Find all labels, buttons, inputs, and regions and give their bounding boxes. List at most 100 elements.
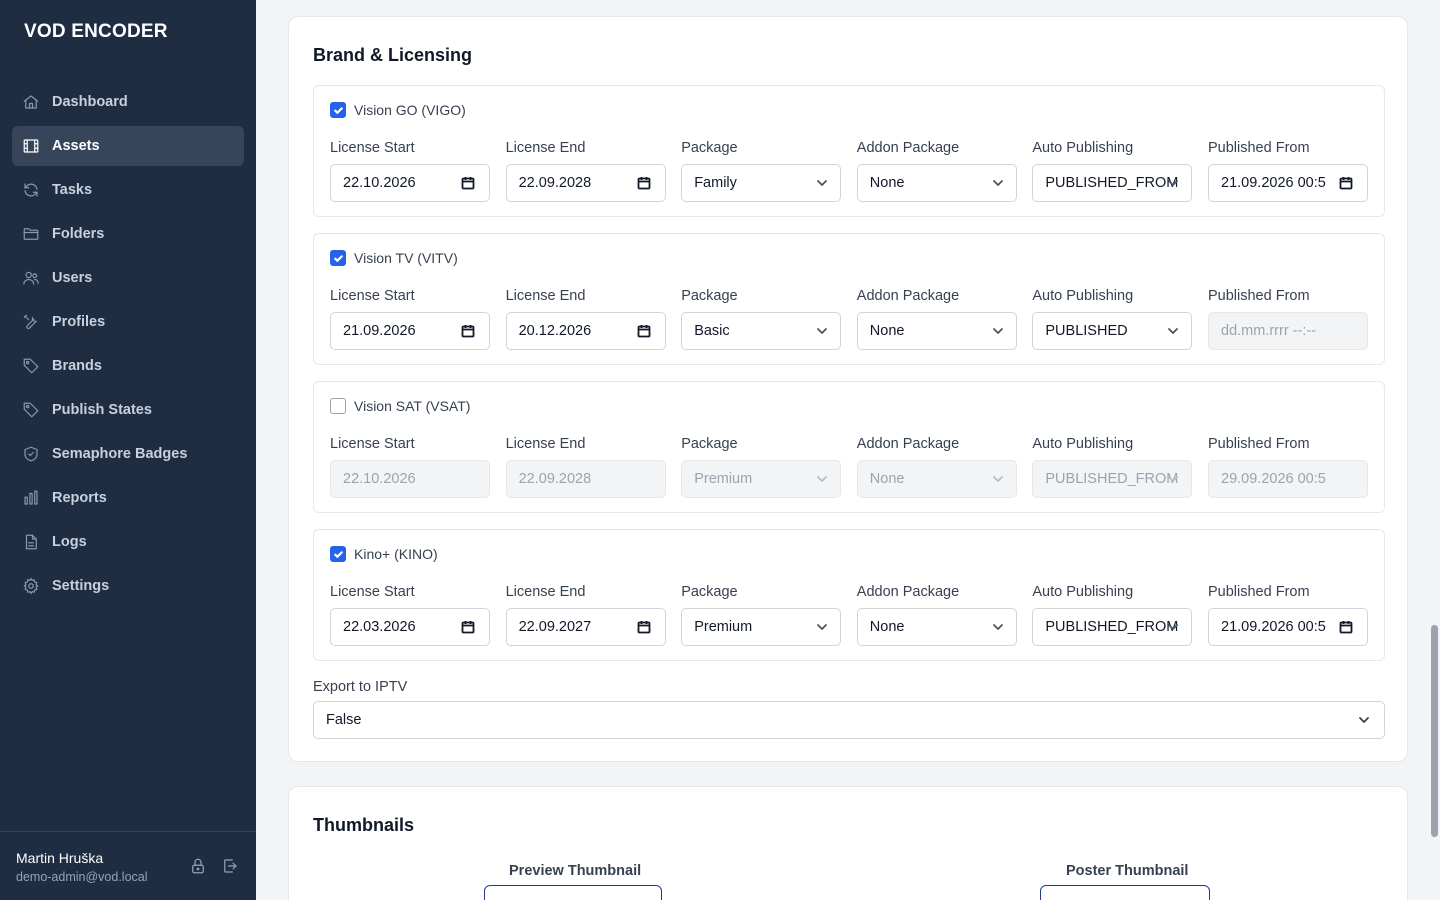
license-start-input: 22.10.2026 <box>330 460 490 498</box>
sidebar-item-label: Reports <box>52 490 107 506</box>
package-select[interactable]: Basic <box>681 312 842 350</box>
brand-toggle[interactable]: Kino+ (KINO) <box>330 546 438 562</box>
preview-thumbnail-upload[interactable] <box>484 885 662 900</box>
export-iptv-select[interactable]: False <box>313 701 1385 739</box>
auto-publishing-label: Auto Publishing <box>1032 436 1134 452</box>
published-from-label: Published From <box>1208 584 1310 600</box>
published-from-field: Published From 21.09.2026 00:5 <box>1208 140 1368 202</box>
auto-publishing-select[interactable]: PUBLISHED <box>1032 312 1193 350</box>
license-start-value: 22.10.2026 <box>343 471 416 487</box>
auto-publishing-label: Auto Publishing <box>1032 288 1134 304</box>
calendar-icon[interactable] <box>637 620 651 634</box>
refresh-icon <box>22 181 40 199</box>
package-label: Package <box>681 436 738 452</box>
brand-checkbox[interactable] <box>330 250 346 266</box>
export-iptv-label: Export to IPTV <box>313 679 408 695</box>
export-iptv-value: False <box>326 712 362 728</box>
published-from-label: Published From <box>1208 288 1310 304</box>
package-field: Package Premium <box>681 584 842 646</box>
sidebar-item-reports[interactable]: Reports <box>12 478 244 518</box>
sidebar-item-logs[interactable]: Logs <box>12 522 244 562</box>
package-select[interactable]: Premium <box>681 608 842 646</box>
lock-icon[interactable] <box>189 857 209 877</box>
license-end-input: 22.09.2028 <box>505 460 666 498</box>
calendar-icon[interactable] <box>461 324 475 338</box>
package-value: Family <box>694 175 737 191</box>
published-from-input[interactable]: 21.09.2026 00:5 <box>1208 608 1368 646</box>
sidebar-item-semaphore-badges[interactable]: Semaphore Badges <box>12 434 244 474</box>
package-label: Package <box>681 584 738 600</box>
brand-name: Vision TV (VITV) <box>354 250 458 266</box>
brand-toggle[interactable]: Vision TV (VITV) <box>330 250 458 266</box>
calendar-icon[interactable] <box>1339 620 1353 634</box>
brand-toggle[interactable]: Vision SAT (VSAT) <box>330 398 470 414</box>
license-end-field: License End 22.09.2028 <box>505 436 666 498</box>
poster-thumbnail-label: Poster Thumbnail <box>1066 863 1189 879</box>
license-start-input[interactable]: 22.10.2026 <box>330 164 490 202</box>
sidebar-item-label: Assets <box>52 138 100 154</box>
addon-package-label: Addon Package <box>856 584 960 600</box>
sidebar-item-users[interactable]: Users <box>12 258 244 298</box>
auto-publishing-select[interactable]: PUBLISHED_FROM <box>1032 164 1193 202</box>
addon-package-select[interactable]: None <box>856 164 1017 202</box>
logout-icon[interactable] <box>221 857 241 877</box>
license-end-value: 20.12.2026 <box>518 323 592 339</box>
brand-block-kino-kino: Kino+ (KINO) License Start 22.03.2026 Licen… <box>313 529 1385 661</box>
published-from-input[interactable]: 21.09.2026 00:5 <box>1208 164 1368 202</box>
package-field: Package Premium <box>681 436 842 498</box>
sidebar-item-label: Profiles <box>52 314 106 330</box>
addon-package-select[interactable]: None <box>856 312 1017 350</box>
license-end-input[interactable]: 20.12.2026 <box>505 312 666 350</box>
license-end-value: 22.09.2028 <box>518 471 592 487</box>
sidebar-item-brands[interactable]: Brands <box>12 346 244 386</box>
chevron-down-icon <box>1167 177 1179 189</box>
license-end-input[interactable]: 22.09.2028 <box>505 164 666 202</box>
calendar-icon[interactable] <box>461 176 475 190</box>
user-email: demo-admin@vod.local <box>16 870 148 884</box>
license-start-field: License Start 22.03.2026 <box>330 584 490 646</box>
license-start-input[interactable]: 21.09.2026 <box>330 312 490 350</box>
sidebar-item-tasks[interactable]: Tasks <box>12 170 244 210</box>
license-start-label: License Start <box>330 140 415 156</box>
calendar-icon[interactable] <box>637 176 651 190</box>
sidebar-item-assets[interactable]: Assets <box>12 126 244 166</box>
users-icon <box>22 269 40 287</box>
published-from-input: 29.09.2026 00:5 <box>1208 460 1368 498</box>
chevron-down-icon <box>1167 621 1179 633</box>
license-start-input[interactable]: 22.03.2026 <box>330 608 490 646</box>
sidebar-item-dashboard[interactable]: Dashboard <box>12 82 244 122</box>
document-icon <box>22 533 40 551</box>
sidebar-item-folders[interactable]: Folders <box>12 214 244 254</box>
sidebar-item-settings[interactable]: Settings <box>12 566 244 606</box>
calendar-icon[interactable] <box>461 620 475 634</box>
user-panel: Martin Hruška demo-admin@vod.local <box>0 831 256 900</box>
chevron-down-icon <box>992 325 1004 337</box>
bar-chart-icon <box>22 489 40 507</box>
brand-checkbox[interactable] <box>330 546 346 562</box>
poster-thumbnail-upload[interactable] <box>1040 885 1210 900</box>
addon-package-select: None <box>856 460 1017 498</box>
license-end-label: License End <box>505 584 586 600</box>
calendar-icon[interactable] <box>637 324 651 338</box>
calendar-icon[interactable] <box>1339 176 1353 190</box>
published-from-input: dd.mm.rrrr --:-- <box>1208 312 1368 350</box>
brand-checkbox[interactable] <box>330 102 346 118</box>
addon-package-select[interactable]: None <box>856 608 1017 646</box>
package-select[interactable]: Family <box>681 164 842 202</box>
preview-thumbnail-label: Preview Thumbnail <box>509 863 642 879</box>
brand-toggle[interactable]: Vision GO (VIGO) <box>330 102 466 118</box>
page-scrollbar[interactable] <box>1431 625 1438 837</box>
auto-publishing-select[interactable]: PUBLISHED_FROM <box>1032 608 1193 646</box>
sidebar-item-publish-states[interactable]: Publish States <box>12 390 244 430</box>
sidebar: VOD ENCODER Dashboard Assets Tasks Folders U… <box>0 0 256 900</box>
brand-checkbox[interactable] <box>330 398 346 414</box>
thumbnails-title: Thumbnails <box>313 815 415 835</box>
license-end-field: License End 22.09.2027 <box>505 584 666 646</box>
chevron-down-icon <box>816 473 828 485</box>
addon-package-label: Addon Package <box>856 436 960 452</box>
sidebar-item-profiles[interactable]: Profiles <box>12 302 244 342</box>
film-icon <box>22 137 40 155</box>
license-end-input[interactable]: 22.09.2027 <box>505 608 666 646</box>
chevron-down-icon <box>992 473 1004 485</box>
thumbnails-card: Thumbnails Preview Thumbnail Poster Thum… <box>288 786 1408 900</box>
